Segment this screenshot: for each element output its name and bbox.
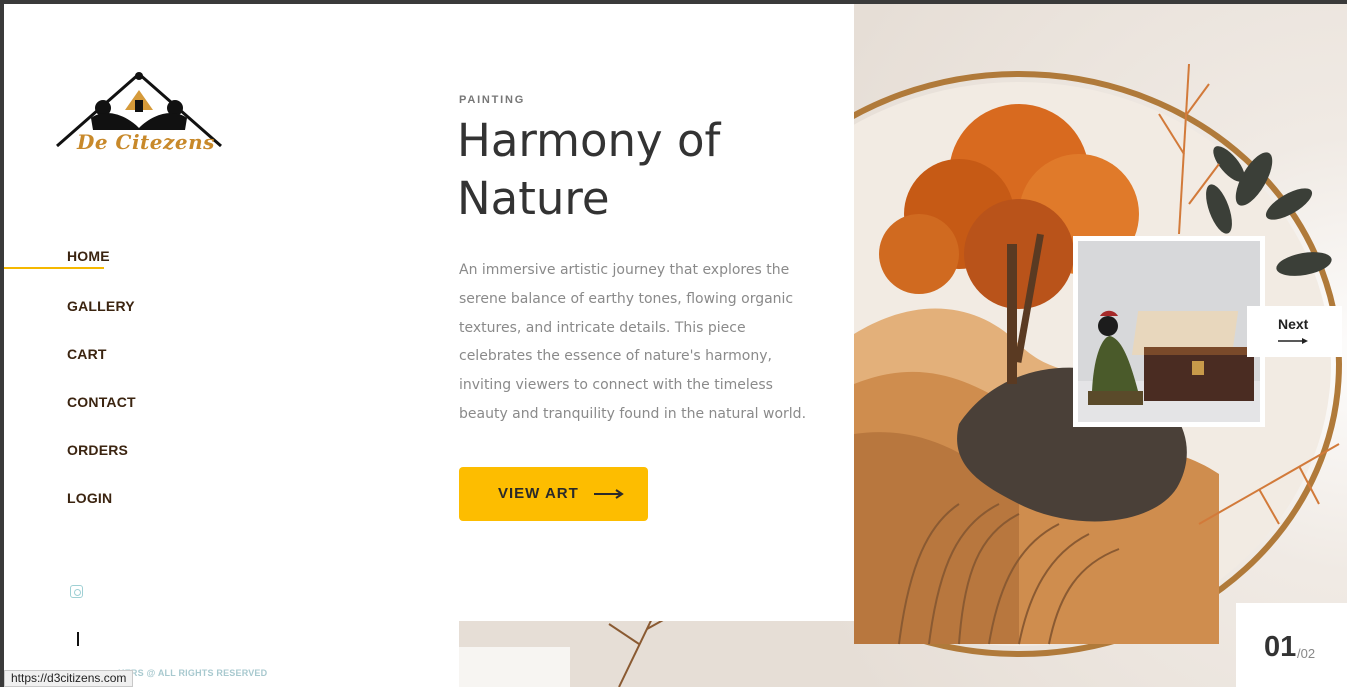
next-slide-button[interactable]: Next <box>1247 306 1342 357</box>
hero-description: An immersive artistic journey that explo… <box>459 262 807 422</box>
thumbnail-image <box>1078 241 1260 422</box>
slide-counter: 01 /02 <box>1236 603 1347 687</box>
view-art-button[interactable]: VIEW ART <box>459 467 648 521</box>
slide-current: 01 <box>1264 631 1297 663</box>
hero-title: Harmony of Nature <box>457 112 837 228</box>
arrow-right-icon <box>594 489 624 499</box>
social-divider <box>77 632 79 646</box>
nav-item-orders[interactable]: ORDERS <box>67 442 128 458</box>
nav-item-login[interactable]: LOGIN <box>67 490 112 506</box>
nav-item-contact[interactable]: CONTACT <box>67 394 136 410</box>
copyright-text: KERS @ ALL RIGHTS RESERVED <box>118 668 268 678</box>
brand-logo[interactable]: De Citezens <box>55 70 225 160</box>
slide-total: /02 <box>1297 646 1316 661</box>
nav-item-cart[interactable]: CART <box>67 346 107 362</box>
status-bar-url: https://d3citizens.com <box>4 670 134 687</box>
instagram-icon[interactable] <box>70 585 83 598</box>
arrow-right-icon <box>1278 338 1308 344</box>
view-art-label: VIEW ART <box>498 485 579 502</box>
hero-title-line2: Nature <box>457 172 610 225</box>
nav-item-gallery[interactable]: GALLERY <box>67 298 135 314</box>
nav-active-indicator <box>4 267 104 269</box>
thumbnail-illustration <box>1078 241 1260 422</box>
hero-bottom-chip <box>459 647 570 687</box>
nav-item-home[interactable]: HOME <box>67 248 110 264</box>
brand-name: De Citezens <box>77 130 215 154</box>
hero-category: PAINTING <box>459 94 526 106</box>
next-label: Next <box>1278 316 1309 332</box>
next-slide-thumbnail[interactable] <box>1073 236 1265 427</box>
hero-title-line1: Harmony of <box>457 114 721 167</box>
